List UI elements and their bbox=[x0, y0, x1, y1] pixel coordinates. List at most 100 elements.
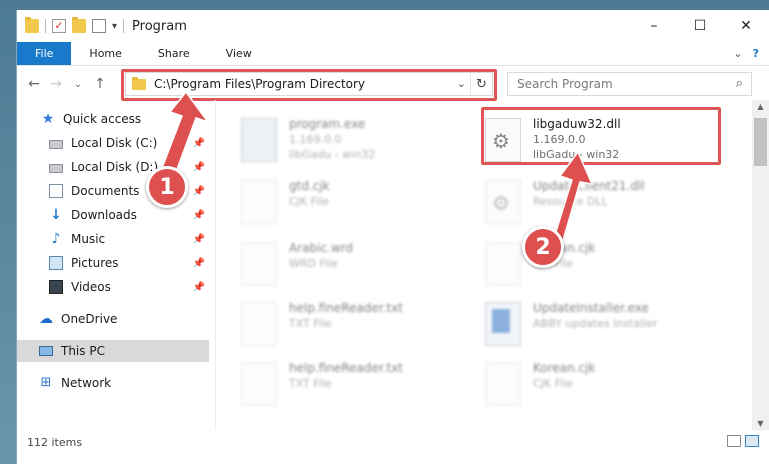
window-title: Program bbox=[132, 18, 187, 34]
sidebar-item-label: This PC bbox=[61, 344, 105, 358]
sidebar-item-this-pc[interactable]: This PC bbox=[17, 340, 209, 362]
star-icon: ★ bbox=[41, 111, 55, 127]
videos-icon bbox=[49, 280, 63, 294]
file-name: Arabic.wrd bbox=[289, 241, 354, 255]
list-item[interactable]: UpdateClient21.dll Resource DLL bbox=[485, 176, 715, 232]
minimize-button[interactable]: – bbox=[631, 10, 677, 42]
file-icon bbox=[485, 362, 521, 406]
sidebar-item-label: Downloads bbox=[71, 208, 137, 222]
disk-icon bbox=[49, 139, 63, 149]
sidebar-item-network[interactable]: ⊞ Network bbox=[17, 372, 209, 394]
pin-icon[interactable]: 📌 bbox=[193, 162, 205, 173]
file-type: Resource DLL bbox=[533, 195, 608, 208]
item-count: 112 items bbox=[27, 435, 83, 449]
callout-marker-1: 1 bbox=[146, 166, 188, 208]
ribbon-extras: ⌄ ? bbox=[733, 42, 769, 65]
sidebar-item-label: OneDrive bbox=[61, 312, 118, 326]
scrollbar-thumb[interactable] bbox=[754, 118, 767, 166]
sidebar-item-label: Documents bbox=[71, 184, 140, 198]
file-type: CJK File bbox=[533, 377, 574, 390]
scroll-up-icon[interactable]: ▲ bbox=[752, 102, 769, 111]
file-name: gtd.cjk bbox=[289, 179, 330, 193]
title-bar: ✓ ▾ Program – ☐ ✕ bbox=[17, 10, 769, 42]
pin-icon[interactable]: 📌 bbox=[193, 282, 205, 293]
pin-icon[interactable]: 📌 bbox=[193, 186, 205, 197]
properties-check-icon[interactable]: ✓ bbox=[52, 19, 66, 33]
tab-view[interactable]: View bbox=[208, 42, 270, 65]
explorer-window: ✓ ▾ Program – ☐ ✕ File Home Share View ⌄… bbox=[16, 10, 769, 464]
maximize-button[interactable]: ☐ bbox=[677, 10, 723, 42]
sidebar-item-label: Local Disk (C:) bbox=[71, 136, 158, 150]
file-type: TXT File bbox=[289, 317, 332, 330]
callout-marker-2: 2 bbox=[522, 226, 564, 268]
list-item[interactable]: program.exe 1.169.0.0 libGadu - win32 bbox=[241, 114, 471, 170]
sidebar-item-label: Quick access bbox=[63, 112, 142, 126]
list-item[interactable]: help.fineReader.txt TXT File bbox=[241, 298, 471, 354]
qat-dropdown-icon[interactable]: ▾ bbox=[112, 21, 117, 32]
file-type: ABBY updates installer bbox=[533, 317, 658, 330]
onedrive-icon: ☁ bbox=[39, 311, 53, 327]
sidebar-item-pictures[interactable]: Pictures 📌 bbox=[17, 252, 209, 274]
search-icon[interactable]: ⌕ bbox=[736, 76, 743, 91]
scroll-down-icon[interactable]: ▼ bbox=[752, 419, 769, 428]
tab-home[interactable]: Home bbox=[71, 42, 139, 65]
new-folder-icon[interactable] bbox=[72, 17, 86, 33]
sidebar-item-label: Network bbox=[61, 376, 112, 390]
list-item[interactable]: Korean.cjk CJK File bbox=[485, 238, 715, 294]
installer-icon bbox=[485, 302, 521, 346]
file-type: TXT File bbox=[289, 377, 332, 390]
tab-file[interactable]: File bbox=[17, 42, 72, 65]
up-button[interactable]: ↑ bbox=[89, 76, 111, 92]
pictures-icon bbox=[49, 256, 63, 270]
music-icon: ♪ bbox=[51, 231, 61, 247]
close-button[interactable]: ✕ bbox=[723, 10, 769, 42]
disk-icon bbox=[49, 163, 63, 173]
search-box[interactable]: Search Program ⌕ bbox=[507, 72, 752, 96]
folder-icon[interactable] bbox=[25, 17, 39, 33]
sidebar-item-onedrive[interactable]: ☁ OneDrive bbox=[17, 308, 209, 330]
file-type: WRD File bbox=[289, 257, 338, 270]
vertical-scrollbar[interactable]: ▲ ▼ bbox=[752, 100, 769, 430]
help-icon[interactable]: ? bbox=[753, 47, 759, 60]
sidebar-item-label: Videos bbox=[71, 280, 111, 294]
list-item[interactable]: UpdateInstaller.exe ABBY updates install… bbox=[485, 298, 715, 354]
search-input[interactable]: Search Program bbox=[517, 77, 613, 91]
network-icon: ⊞ bbox=[40, 375, 52, 390]
list-item[interactable]: Arabic.wrd WRD File bbox=[241, 238, 471, 294]
sidebar-item-videos[interactable]: Videos 📌 bbox=[17, 276, 209, 298]
customize-toolbar-icon[interactable] bbox=[92, 19, 106, 33]
recent-locations-button[interactable]: ⌄ bbox=[67, 79, 89, 90]
file-name: help.fineReader.txt bbox=[289, 301, 403, 315]
sidebar-item-music[interactable]: ♪ Music 📌 bbox=[17, 228, 209, 250]
file-icon bbox=[485, 242, 521, 286]
sidebar-item-local-disk-c[interactable]: Local Disk (C:) 📌 bbox=[17, 132, 209, 154]
file-description: libGadu - win32 bbox=[289, 148, 376, 161]
list-item[interactable]: gtd.cjk CJK File bbox=[241, 176, 471, 232]
file-name: UpdateClient21.dll bbox=[533, 179, 645, 193]
address-highlight-box bbox=[121, 69, 497, 101]
file-icon bbox=[241, 242, 277, 286]
quick-access-toolbar: ✓ ▾ bbox=[17, 17, 125, 33]
expand-ribbon-icon[interactable]: ⌄ bbox=[733, 47, 742, 60]
file-name: help.fineReader.txt bbox=[289, 361, 403, 375]
pane-divider bbox=[215, 100, 216, 430]
sidebar-item-label: Pictures bbox=[71, 256, 119, 270]
view-toggle bbox=[727, 435, 759, 447]
list-item[interactable]: Korean.cjk CJK File bbox=[485, 358, 715, 414]
pin-icon[interactable]: 📌 bbox=[193, 258, 205, 269]
forward-button[interactable]: → bbox=[45, 76, 67, 92]
window-controls: – ☐ ✕ bbox=[631, 10, 769, 42]
back-button[interactable]: ← bbox=[23, 76, 45, 92]
details-view-icon[interactable] bbox=[727, 435, 741, 447]
pin-icon[interactable]: 📌 bbox=[193, 138, 205, 149]
sidebar-item-downloads[interactable]: ↓ Downloads 📌 bbox=[17, 204, 209, 226]
file-type: CJK File bbox=[289, 195, 330, 208]
large-icons-view-icon[interactable] bbox=[745, 435, 759, 447]
sidebar-item-quick-access[interactable]: ★ Quick access bbox=[17, 108, 209, 130]
navigation-pane: ★ Quick access Local Disk (C:) 📌 Local D… bbox=[17, 108, 209, 428]
list-item[interactable]: help.fineReader.txt TXT File bbox=[241, 358, 471, 414]
tab-share[interactable]: Share bbox=[140, 42, 208, 65]
pin-icon[interactable]: 📌 bbox=[193, 210, 205, 221]
pin-icon[interactable]: 📌 bbox=[193, 234, 205, 245]
status-bar: 112 items bbox=[17, 430, 769, 454]
